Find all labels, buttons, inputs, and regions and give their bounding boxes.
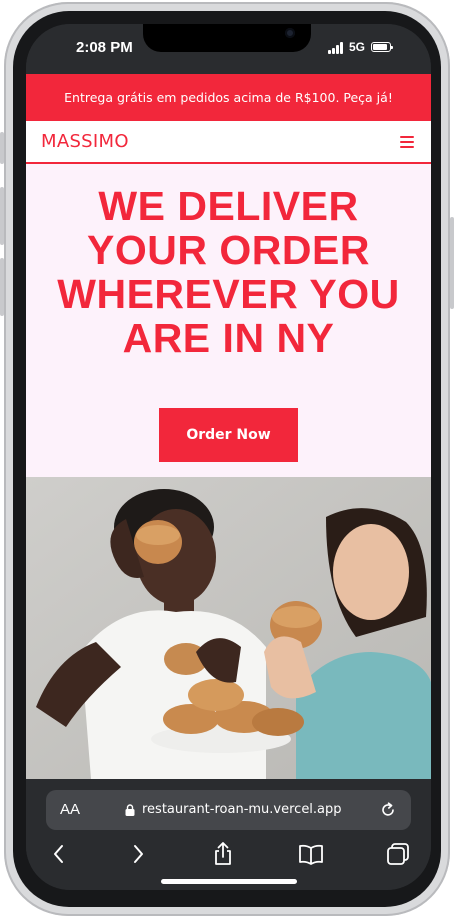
status-time: 2:08 PM [76,39,133,56]
volume-down-button [0,258,4,316]
hero-title-line: WHEREVER YOU [57,271,400,317]
reader-label: AA [60,801,81,818]
tabs-icon[interactable] [385,841,411,867]
share-icon[interactable] [210,841,236,867]
hero-title-line: WE DELIVER [98,183,359,229]
chevron-left-icon[interactable] [46,841,72,867]
front-camera [285,28,295,38]
hero-title: WE DELIVER YOUR ORDER WHEREVER YOU ARE I… [26,184,431,360]
url-text: restaurant-roan-mu.vercel.app [142,802,342,817]
status-bar: 2:08 PM 5G [26,24,431,74]
hero-title-line: YOUR ORDER [87,227,370,273]
order-now-button[interactable]: Order Now [159,408,298,462]
address-bar[interactable]: AA restaurant-roan-mu.vercel.app [46,790,411,830]
hero-title-line: ARE IN NY [122,315,335,361]
mute-switch [0,132,4,164]
power-button [450,217,454,309]
home-indicator [161,879,297,884]
signal-icon [328,42,346,54]
hero-section: WE DELIVER YOUR ORDER WHEREVER YOU ARE I… [26,164,431,477]
book-icon[interactable] [298,841,324,867]
browser-toolbar: AA restaurant-roan-mu.vercel.app [26,779,431,890]
brand-logo[interactable]: MASSIMO [41,131,129,152]
promo-banner: Entrega grátis em pedidos acima de R$100… [26,74,431,121]
reader-mode-button[interactable]: AA [60,801,80,818]
battery-icon [371,42,393,52]
promo-text: Entrega grátis em pedidos acima de R$100… [64,90,393,105]
hero-photo [26,477,431,779]
lock-icon [125,804,135,816]
people-eating-burgers-image [26,477,431,779]
network-label: 5G [349,40,366,54]
phone-screen: 2:08 PM 5G Entrega grátis em pedidos aci… [26,24,431,890]
chevron-right-icon[interactable] [125,841,151,867]
hamburger-icon[interactable] [400,136,414,148]
volume-up-button [0,187,4,245]
site-header: MASSIMO [26,121,431,164]
reload-icon[interactable] [379,801,397,819]
notch [143,24,311,52]
